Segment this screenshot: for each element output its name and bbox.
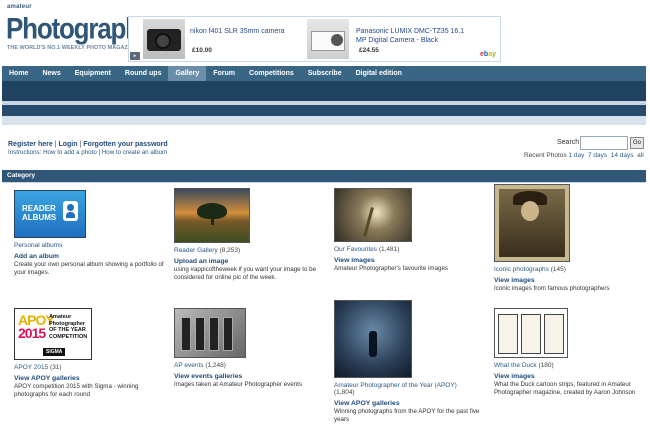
iconic-photographs-thumbnail[interactable] xyxy=(494,184,570,262)
category-name[interactable]: Reader Gallery (8,253) xyxy=(174,247,324,254)
category-name[interactable]: AP events (1,248) xyxy=(174,362,324,369)
main-nav: Home News Equipment Round ups Gallery Fo… xyxy=(2,66,646,81)
category-card-reader-gallery: Reader Gallery (8,253) Upload an image u… xyxy=(174,188,324,282)
category-description: What the Duck cartoon strips, featured i… xyxy=(494,381,636,396)
register-link[interactable]: Register here xyxy=(8,141,53,148)
nav-gallery[interactable]: Gallery xyxy=(168,66,207,81)
nav-home[interactable]: Home xyxy=(2,66,35,81)
category-description: Winning photographs from the APOY for th… xyxy=(334,408,480,423)
search-label: Search xyxy=(557,139,580,146)
recent-1-day-link[interactable]: 1 day xyxy=(568,152,584,159)
view-images-link[interactable]: View images xyxy=(494,277,644,284)
site-header: amateur Photographer THE WORLD'S NO.1 WE… xyxy=(0,0,650,66)
ad-product-image-nikon[interactable] xyxy=(143,19,185,59)
category-card-apoy: Amateur Photographer of the Year (APOY)(… xyxy=(334,300,484,424)
logo-tagline: THE WORLD'S NO.1 WEEKLY PHOTO MAGAZINE xyxy=(7,45,138,51)
view-events-galleries-link[interactable]: View events galleries xyxy=(174,373,324,380)
recent-photos: Recent Photos 1 day 7 days 14 days all xyxy=(524,152,644,159)
how-to-create-album-link[interactable]: How to create an album xyxy=(102,149,167,156)
compact-camera-lens-icon xyxy=(331,34,343,46)
ad-product-title-2[interactable]: Panasonic LUMIX DMC-TZ35 16.1 MP Digital… xyxy=(356,27,476,45)
recent-all-link[interactable]: all xyxy=(637,152,644,159)
gallery-header-bar xyxy=(2,105,646,116)
category-description: Create your own personal album showing a… xyxy=(14,261,164,276)
logo-amateur-text: amateur xyxy=(7,4,32,10)
nav-competitions[interactable]: Competitions xyxy=(242,66,301,81)
recent-14-days-link[interactable]: 14 days xyxy=(611,152,634,159)
ad-product-image-panasonic[interactable] xyxy=(307,19,349,59)
login-link[interactable]: Login xyxy=(58,141,77,148)
recent-photos-label: Recent Photos xyxy=(524,152,567,159)
ad-product-title-1[interactable]: nikon f401 SLR 35mm camera xyxy=(190,27,285,36)
category-name[interactable]: Our Favourites (1,481) xyxy=(334,246,484,253)
category-name[interactable]: Personal albums xyxy=(14,242,164,249)
nav-news[interactable]: News xyxy=(35,66,67,81)
category-name[interactable]: What the Duck (180) xyxy=(494,362,644,369)
ebay-logo[interactable]: ebay xyxy=(480,51,496,58)
camera-lens-icon xyxy=(155,33,171,49)
view-apoy-galleries-link[interactable]: View APOY galleries xyxy=(334,400,484,407)
category-description: APOY competition 2015 with Sigma - winni… xyxy=(14,383,139,398)
ad-product-price-1: £10.00 xyxy=(192,47,212,54)
apoy-2015-thumbnail[interactable]: APOY 2015 Amateur Photographer OF THE YEA… xyxy=(14,308,92,360)
view-images-link[interactable]: View images xyxy=(334,257,484,264)
ebay-ad-banner[interactable]: nikon f401 SLR 35mm camera £10.00 Panaso… xyxy=(128,16,501,62)
site-logo[interactable]: amateur Photographer THE WORLD'S NO.1 WE… xyxy=(6,4,163,56)
ad-choices-icon[interactable]: ▸ xyxy=(130,52,140,60)
recent-7-days-link[interactable]: 7 days xyxy=(588,152,607,159)
category-description: Images taken at Amateur Photographer eve… xyxy=(174,381,302,388)
apoy-thumbnail[interactable] xyxy=(334,300,412,378)
category-card-iconic-photographs: Iconic photographs (145) View images Ico… xyxy=(494,184,644,293)
search-input[interactable] xyxy=(580,136,628,150)
view-images-link[interactable]: View images xyxy=(494,373,644,380)
nav-subscribe[interactable]: Subscribe xyxy=(301,66,349,81)
category-name[interactable]: Iconic photographs (145) xyxy=(494,266,644,273)
nav-digital-edition[interactable]: Digital edition xyxy=(349,66,409,81)
forgot-password-link[interactable]: Forgotten your password xyxy=(83,141,167,148)
category-card-apoy-2015: APOY 2015 Amateur Photographer OF THE YEA… xyxy=(14,308,164,399)
category-card-ap-events: AP events (1,248) View events galleries … xyxy=(174,308,324,389)
sigma-logo: SIGMA xyxy=(43,348,66,356)
ad-product-price-2: £24.55 xyxy=(359,47,379,54)
instructions-label: Instructions: xyxy=(8,149,42,156)
category-description: using #appicoftheweek if you want your i… xyxy=(174,266,317,281)
divider xyxy=(2,182,646,183)
category-description: Amateur Photographer's favourite images xyxy=(334,265,448,272)
search-go-button[interactable]: Go xyxy=(630,137,644,149)
nav-round-ups[interactable]: Round ups xyxy=(118,66,169,81)
view-apoy-galleries-link[interactable]: View APOY galleries xyxy=(14,375,164,382)
upload-image-link[interactable]: Upload an image xyxy=(174,258,324,265)
nav-forum[interactable]: Forum xyxy=(206,66,242,81)
category-card-personal-albums: READER ALBUMS Personal albums Add an alb… xyxy=(14,190,164,277)
add-album-link[interactable]: Add an album xyxy=(14,253,164,260)
divider xyxy=(2,116,646,125)
our-favourites-thumbnail[interactable] xyxy=(334,188,412,242)
nav-equipment[interactable]: Equipment xyxy=(68,66,118,81)
sub-nav-bar xyxy=(2,81,646,101)
how-to-add-photo-link[interactable]: How to add a photo xyxy=(43,149,97,156)
category-name[interactable]: Amateur Photographer of the Year (APOY)(… xyxy=(334,382,484,396)
reader-gallery-thumbnail[interactable] xyxy=(174,188,250,243)
category-card-our-favourites: Our Favourites (1,481) View images Amate… xyxy=(334,188,484,273)
category-description: Iconic images from famous photographers xyxy=(494,285,610,292)
category-card-what-the-duck: What the Duck (180) View images What the… xyxy=(494,308,644,397)
what-the-duck-thumbnail[interactable] xyxy=(494,308,568,358)
account-area: Register here | Login | Forgotten your p… xyxy=(8,141,168,156)
category-name[interactable]: APOY 2015 (31) xyxy=(14,364,164,371)
category-header: Category xyxy=(2,170,646,182)
reader-albums-thumbnail[interactable]: READER ALBUMS xyxy=(14,190,86,238)
ap-events-thumbnail[interactable] xyxy=(174,308,246,358)
